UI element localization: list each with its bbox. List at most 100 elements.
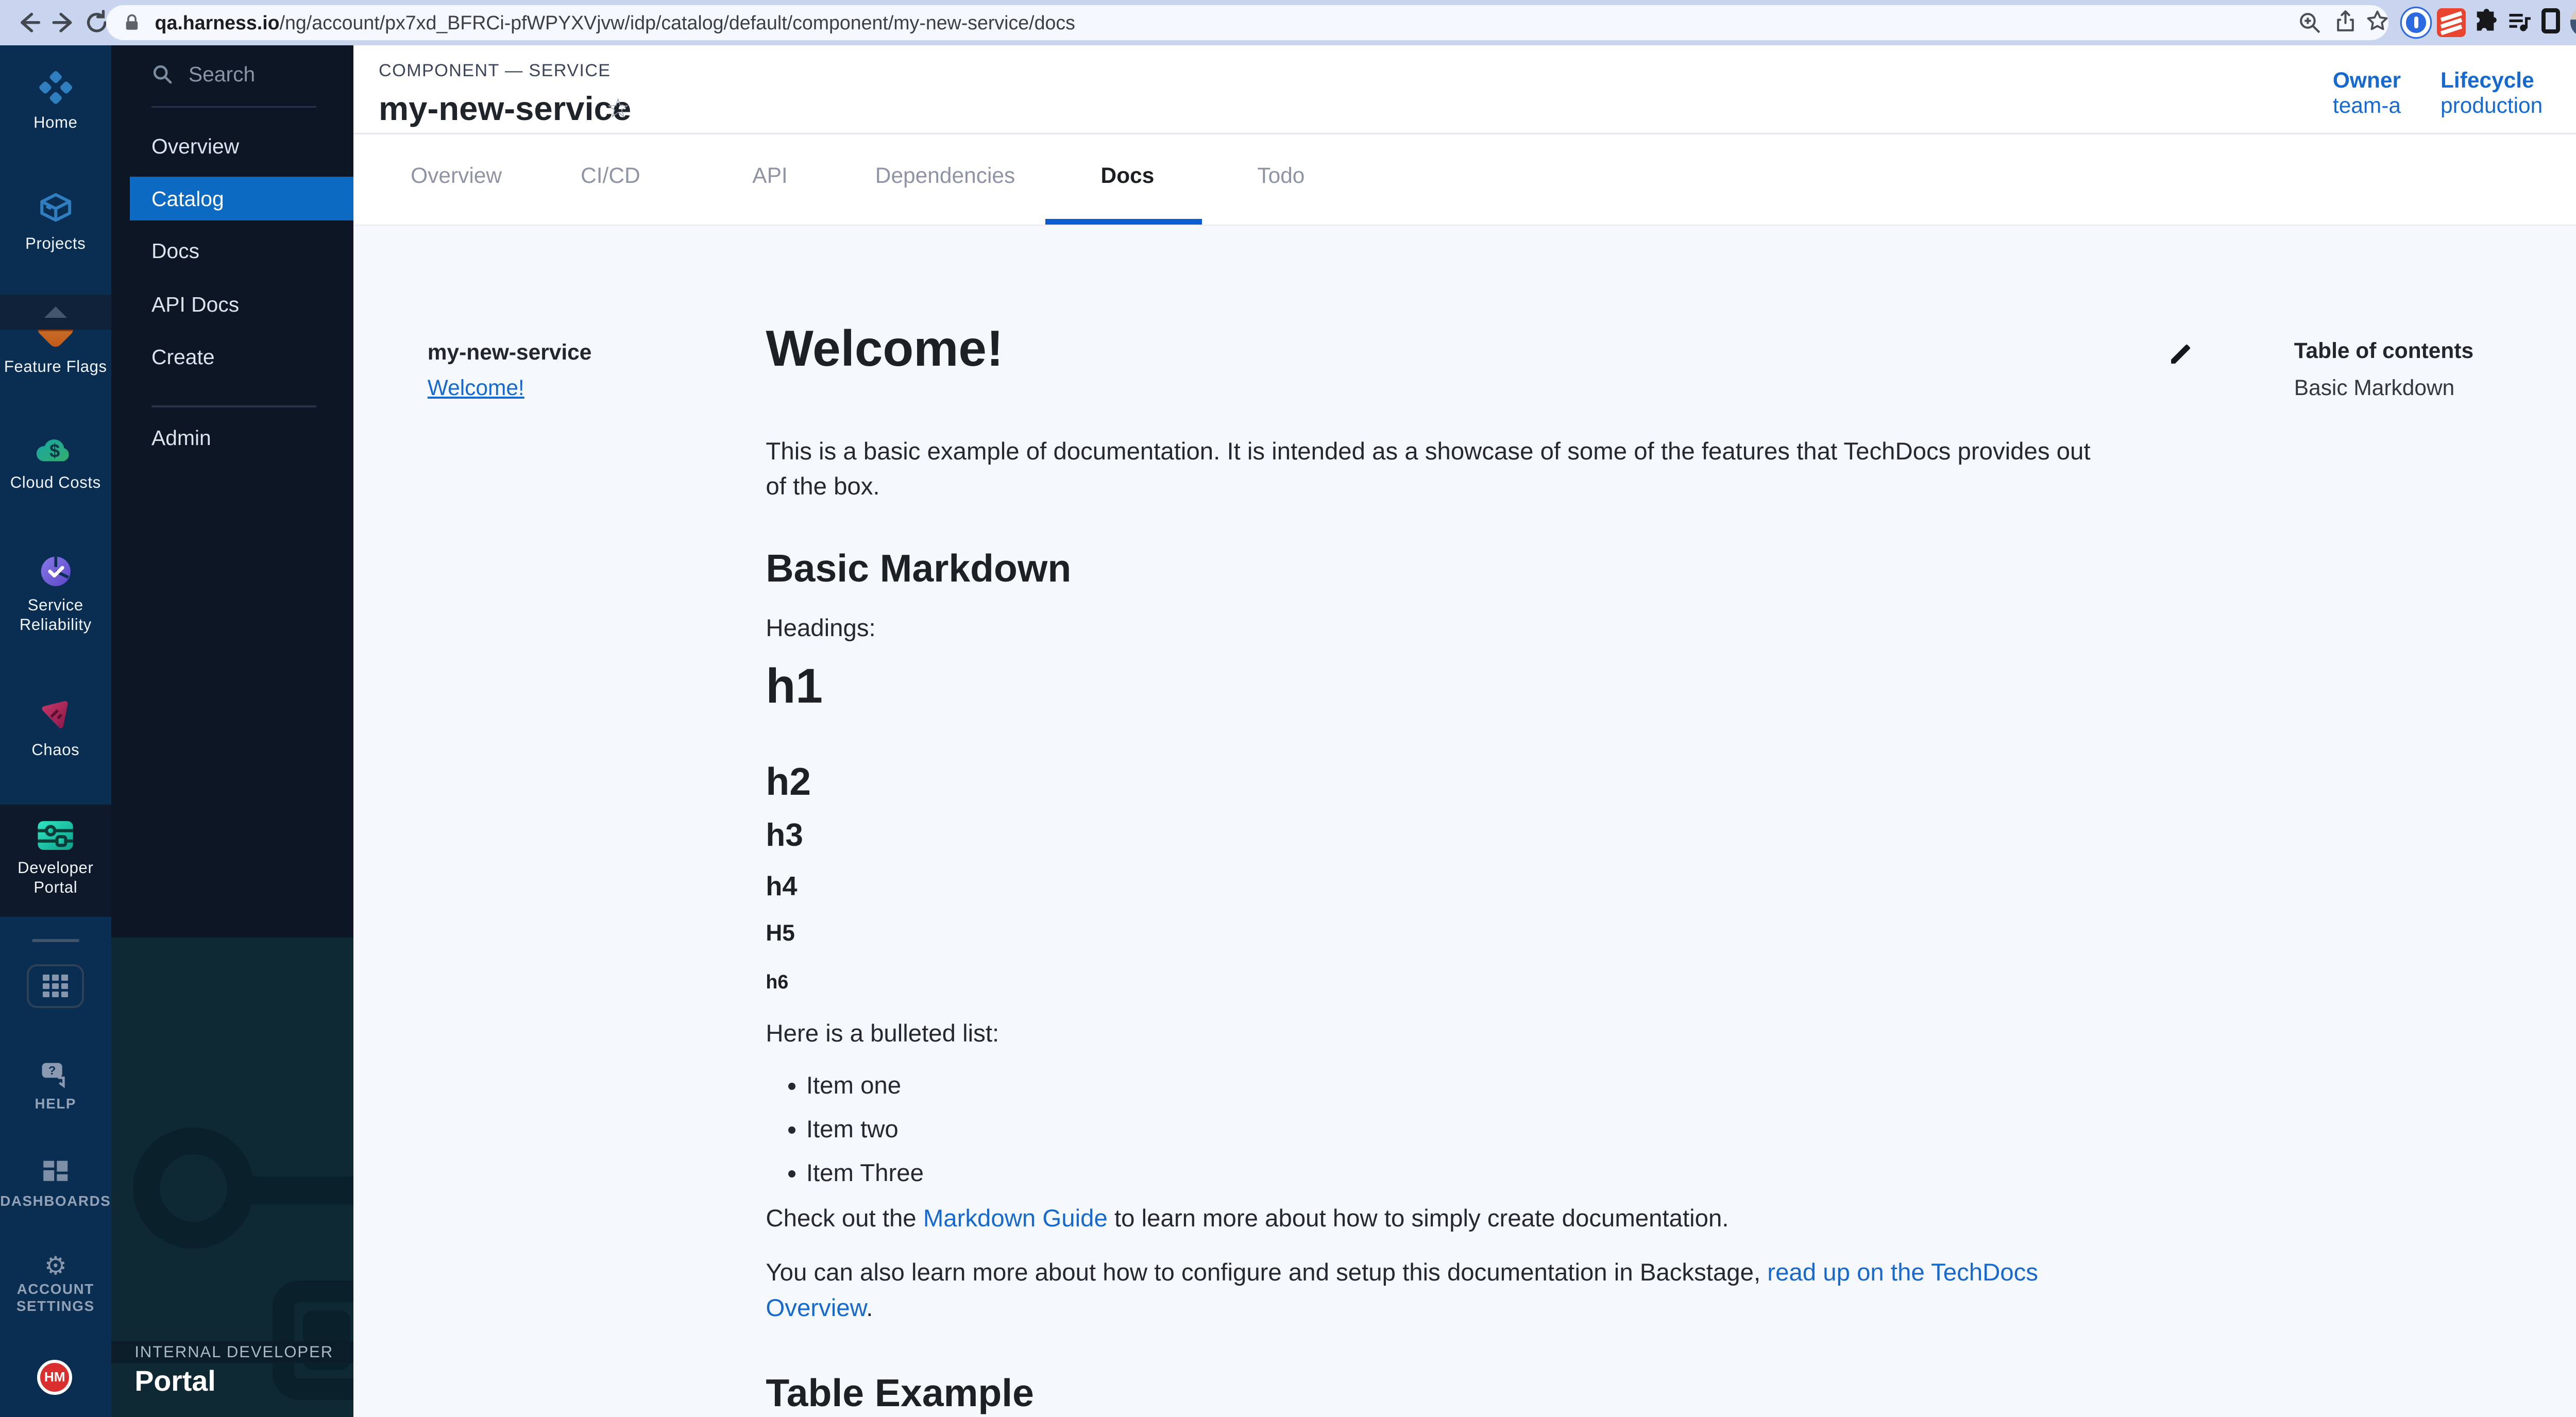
favorite-star-icon[interactable]: ☆ — [606, 93, 630, 124]
toc-title: Table of contents — [2294, 338, 2473, 363]
sidebar-footer-art: INTERNAL DEVELOPER Portal — [111, 937, 353, 1417]
bulleted-list: Item one Item two Item Three — [766, 1068, 2112, 1191]
owner-value-link[interactable]: team-a — [2333, 93, 2401, 118]
sidebar-item-service-reliability[interactable]: Service Reliability — [0, 554, 111, 635]
sidebar-item-label: Developer Portal — [0, 858, 111, 897]
back-icon[interactable] — [15, 8, 44, 37]
sidebar-item-projects[interactable]: Projects — [0, 190, 111, 253]
browser-profile-avatar[interactable] — [2570, 7, 2576, 37]
zoom-icon[interactable] — [2297, 10, 2323, 36]
footer-title: Portal — [134, 1364, 215, 1397]
tab-cicd[interactable]: CI/CD — [581, 163, 640, 188]
user-avatar[interactable]: HM — [37, 1360, 73, 1395]
lifecycle-value-link[interactable]: production — [2441, 93, 2543, 118]
module-nav-catalog[interactable]: Catalog — [130, 177, 353, 220]
doc-title: Welcome! — [766, 320, 2112, 377]
primary-sidebar: Home Projects Feature Flags $ Cloud Cost… — [0, 45, 111, 1417]
help-chat-icon: ? — [39, 1062, 72, 1088]
owner-label: Owner — [2333, 67, 2401, 93]
app-window: qa.harness.io/ng/account/px7xd_BFRCi-pfW… — [0, 0, 2576, 1417]
reading-mode-icon[interactable] — [2541, 8, 2560, 33]
breadcrumb: COMPONENT — SERVICE — [379, 61, 611, 81]
main-content: COMPONENT — SERVICE my-new-service ☆ Own… — [353, 45, 2576, 1417]
sidebar-item-label: Projects — [0, 234, 111, 253]
toc-item-basic-markdown[interactable]: Basic Markdown — [2294, 375, 2454, 400]
tab-todo[interactable]: Todo — [1257, 163, 1304, 188]
active-tab-underline — [1045, 219, 1202, 225]
configure-paragraph: You can also learn more about how to con… — [766, 1255, 2112, 1326]
docs-nav-title: my-new-service — [428, 340, 592, 365]
sidebar-divider — [32, 939, 79, 943]
tab-overview[interactable]: Overview — [411, 163, 502, 188]
module-picker-button[interactable] — [27, 964, 84, 1008]
list-item: Item one — [806, 1068, 2112, 1104]
section-basic-markdown: Basic Markdown — [766, 545, 2112, 592]
sidebar-item-home[interactable]: Home — [0, 69, 111, 132]
heading-sample-h4: h4 — [766, 870, 2112, 903]
module-nav-api-docs[interactable]: API Docs — [151, 293, 239, 317]
todoist-extension-icon[interactable] — [2437, 8, 2466, 37]
module-nav-admin[interactable]: Admin — [151, 426, 211, 450]
module-nav-label: Catalog — [151, 187, 224, 211]
module-search[interactable]: Search — [151, 62, 255, 87]
onepassword-extension-icon[interactable] — [2402, 8, 2431, 37]
tab-api[interactable]: API — [752, 163, 787, 188]
sidebar-item-developer-portal[interactable]: Developer Portal — [0, 820, 111, 897]
sidebar-item-label: Home — [0, 113, 111, 132]
url-text: qa.harness.io/ng/account/px7xd_BFRCi-pfW… — [155, 12, 1075, 34]
heading-sample-h5: H5 — [766, 919, 2112, 948]
check-out-paragraph: Check out the Markdown Guide to learn mo… — [766, 1201, 2112, 1237]
url-domain: qa.harness.io — [155, 12, 280, 33]
section-table-example: Table Example — [766, 1370, 2112, 1416]
extensions-puzzle-icon[interactable] — [2472, 8, 2499, 35]
list-item: Item Three — [806, 1156, 2112, 1191]
doc-content: Welcome! This is a basic example of docu… — [766, 320, 2112, 1417]
gear-icon: ⚙ — [44, 1253, 67, 1279]
sidebar-item-chaos[interactable]: Chaos — [0, 698, 111, 760]
search-icon — [151, 63, 173, 85]
markdown-guide-link[interactable]: Markdown Guide — [923, 1205, 1108, 1232]
entity-menu-icon[interactable] — [2572, 76, 2576, 113]
tab-dependencies[interactable]: Dependencies — [875, 163, 1015, 188]
module-sidebar: Search Overview Catalog Docs API Docs Cr… — [111, 45, 353, 1417]
avatar-initials: HM — [44, 1369, 65, 1385]
decorative-bar — [235, 1176, 353, 1205]
divider — [151, 405, 316, 407]
sidebar-item-help[interactable]: ? HELP — [0, 1062, 111, 1112]
sidebar-item-label: Chaos — [0, 740, 111, 760]
sidebar-item-label: HELP — [0, 1096, 111, 1113]
sidebar-item-label: DASHBOARDS — [0, 1193, 111, 1210]
heading-sample-h6: h6 — [766, 969, 2112, 995]
lock-icon — [123, 12, 141, 33]
search-placeholder: Search — [189, 62, 255, 87]
module-nav-docs[interactable]: Docs — [151, 239, 199, 263]
projects-icon — [36, 190, 76, 227]
bookmark-star-icon[interactable] — [2365, 8, 2390, 33]
sidebar-item-account-settings[interactable]: ⚙ ACCOUNT SETTINGS — [0, 1250, 111, 1314]
lifecycle-label: Lifecycle — [2441, 67, 2543, 93]
heading-sample-h1: h1 — [766, 658, 2112, 715]
module-nav-create[interactable]: Create — [151, 345, 215, 369]
docs-nav-welcome-link[interactable]: Welcome! — [428, 375, 524, 400]
list-intro: Here is a bulleted list: — [766, 1016, 2112, 1052]
dashboards-icon — [41, 1159, 70, 1186]
heading-sample-h2: h2 — [766, 759, 2112, 804]
url-path: /ng/account/px7xd_BFRCi-pfWPYXVjvw/idp/c… — [280, 12, 1075, 33]
forward-icon[interactable] — [49, 8, 78, 37]
footer-kicker: INTERNAL DEVELOPER — [134, 1343, 333, 1361]
sidebar-scroll-up[interactable] — [0, 295, 111, 330]
url-bar[interactable]: qa.harness.io/ng/account/px7xd_BFRCi-pfW… — [106, 5, 2388, 41]
sidebar-item-cloud-costs[interactable]: $ Cloud Costs — [0, 433, 111, 492]
edit-pencil-icon[interactable] — [2168, 342, 2193, 367]
service-reliability-icon — [38, 554, 74, 589]
tab-docs[interactable]: Docs — [1101, 163, 1155, 188]
svg-text:?: ? — [48, 1064, 56, 1077]
sidebar-item-dashboards[interactable]: DASHBOARDS — [0, 1159, 111, 1210]
playlist-music-icon[interactable] — [2506, 8, 2533, 35]
module-nav-overview[interactable]: Overview — [151, 134, 239, 159]
chevron-up-icon — [44, 306, 67, 318]
svg-text:$: $ — [49, 440, 60, 461]
page-title: my-new-service — [379, 89, 631, 128]
text: to learn more about how to simply create… — [1108, 1205, 1729, 1232]
share-icon[interactable] — [2333, 8, 2358, 33]
